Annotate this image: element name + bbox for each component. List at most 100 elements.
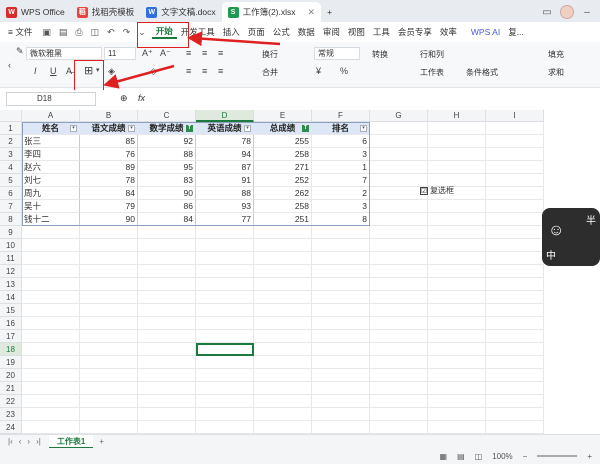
grid-cell[interactable] <box>196 408 254 421</box>
grid-cell[interactable] <box>370 135 428 148</box>
grid-cell[interactable] <box>138 421 196 434</box>
grid-cell[interactable] <box>486 174 544 187</box>
grid-cell[interactable] <box>22 278 80 291</box>
table-row-cell[interactable]: 89 <box>80 161 138 174</box>
grid-cell[interactable] <box>370 317 428 330</box>
grid-cell[interactable] <box>486 252 544 265</box>
grid-cell[interactable] <box>370 421 428 434</box>
grid-cell[interactable] <box>428 200 486 213</box>
grid-cell[interactable] <box>486 213 544 226</box>
grid-cell[interactable] <box>80 226 138 239</box>
column-header-F[interactable]: F <box>312 110 370 122</box>
table-row-cell[interactable]: 88 <box>138 148 196 161</box>
grid-cell[interactable] <box>370 408 428 421</box>
row-header-5[interactable]: 5 <box>0 174 22 187</box>
grid-cell[interactable] <box>138 291 196 304</box>
grid-cell[interactable] <box>22 291 80 304</box>
grid-cell[interactable] <box>370 291 428 304</box>
grid-cell[interactable] <box>428 226 486 239</box>
table-header-cell[interactable]: 英语成绩 ▾ <box>196 122 254 135</box>
grid-cell[interactable] <box>138 408 196 421</box>
grid-cell[interactable] <box>370 239 428 252</box>
table-row-cell[interactable]: 钱十二 <box>22 213 80 226</box>
grid-cell[interactable] <box>370 148 428 161</box>
filter-dropdown-icon[interactable]: ▾ <box>244 125 251 132</box>
grid-cell[interactable] <box>254 369 312 382</box>
row-header-11[interactable]: 11 <box>0 252 22 265</box>
grid-cell[interactable] <box>196 291 254 304</box>
row-header-20[interactable]: 20 <box>0 369 22 382</box>
grid-cell[interactable] <box>428 330 486 343</box>
grid-cell[interactable] <box>428 395 486 408</box>
grid-cell[interactable] <box>196 278 254 291</box>
table-row-cell[interactable]: 262 <box>254 187 312 200</box>
grid-cell[interactable] <box>196 421 254 434</box>
grid-cell[interactable] <box>138 265 196 278</box>
column-header-H[interactable]: H <box>428 110 486 122</box>
zoom-level[interactable]: 100% <box>492 452 512 461</box>
table-row-cell[interactable]: 271 <box>254 161 312 174</box>
table-row-cell[interactable]: 258 <box>254 200 312 213</box>
table-row-cell[interactable]: 78 <box>80 174 138 187</box>
table-row-cell[interactable]: 258 <box>254 148 312 161</box>
grid-cell[interactable] <box>370 161 428 174</box>
grid-cell[interactable] <box>22 421 80 434</box>
grid-cell[interactable] <box>138 369 196 382</box>
grid-cell[interactable] <box>196 239 254 252</box>
grid-cell[interactable] <box>312 265 370 278</box>
grid-cell[interactable] <box>138 330 196 343</box>
grid-cell[interactable] <box>254 330 312 343</box>
grid-cell[interactable] <box>22 330 80 343</box>
grid-cell[interactable] <box>196 304 254 317</box>
spreadsheet-grid[interactable]: A B C D E F G H I 1 2 3 4 5 6 7 8 9 10 11 12 13 14 15 16 17 18 19 20… <box>0 110 600 434</box>
row-header-14[interactable]: 14 <box>0 291 22 304</box>
grid-cell[interactable] <box>370 343 428 356</box>
grid-cell[interactable] <box>370 330 428 343</box>
grid-cell[interactable] <box>428 278 486 291</box>
grid-cell[interactable] <box>486 161 544 174</box>
row-header-2[interactable]: 2 <box>0 135 22 148</box>
table-row-cell[interactable]: 76 <box>80 148 138 161</box>
column-header-B[interactable]: B <box>80 110 138 122</box>
grid-cell[interactable] <box>486 200 544 213</box>
column-header-I[interactable]: I <box>486 110 544 122</box>
row-header-13[interactable]: 13 <box>0 278 22 291</box>
grid-cell[interactable] <box>312 382 370 395</box>
grid-cell[interactable] <box>370 382 428 395</box>
filter-dropdown-icon[interactable]: ▾ <box>360 125 367 132</box>
grid-cell[interactable] <box>486 408 544 421</box>
row-header-19[interactable]: 19 <box>0 356 22 369</box>
grid-cell[interactable] <box>196 395 254 408</box>
grid-cell[interactable] <box>312 343 370 356</box>
grid-cell[interactable] <box>196 356 254 369</box>
grid-cell[interactable] <box>486 226 544 239</box>
grid-cell[interactable] <box>254 239 312 252</box>
column-header-G[interactable]: G <box>370 110 428 122</box>
grid-cell[interactable] <box>254 343 312 356</box>
grid-cell[interactable] <box>312 369 370 382</box>
table-row-cell[interactable]: 255 <box>254 135 312 148</box>
grid-cell[interactable] <box>22 382 80 395</box>
grid-cell[interactable] <box>254 304 312 317</box>
grid-cell[interactable] <box>312 252 370 265</box>
row-header-22[interactable]: 22 <box>0 395 22 408</box>
grid-cell[interactable] <box>428 343 486 356</box>
table-row-cell[interactable]: 84 <box>80 187 138 200</box>
grid-cell[interactable] <box>486 291 544 304</box>
grid-cell[interactable] <box>196 317 254 330</box>
grid-cell[interactable] <box>138 356 196 369</box>
grid-cell[interactable] <box>370 356 428 369</box>
table-row-cell[interactable]: 87 <box>196 161 254 174</box>
grid-cell[interactable] <box>370 122 428 135</box>
filter-dropdown-icon[interactable]: ▾ <box>128 125 135 132</box>
grid-cell[interactable] <box>428 265 486 278</box>
table-header-cell[interactable]: 姓名 ▾ <box>22 122 80 135</box>
view-layout-icon[interactable]: ▤ <box>457 452 465 461</box>
grid-cell[interactable] <box>312 278 370 291</box>
row-header-15[interactable]: 15 <box>0 304 22 317</box>
grid-cell[interactable] <box>312 408 370 421</box>
table-row-cell[interactable]: 85 <box>80 135 138 148</box>
table-row-cell[interactable]: 90 <box>80 213 138 226</box>
table-row-cell[interactable]: 吴十 <box>22 200 80 213</box>
grid-cell[interactable] <box>254 421 312 434</box>
